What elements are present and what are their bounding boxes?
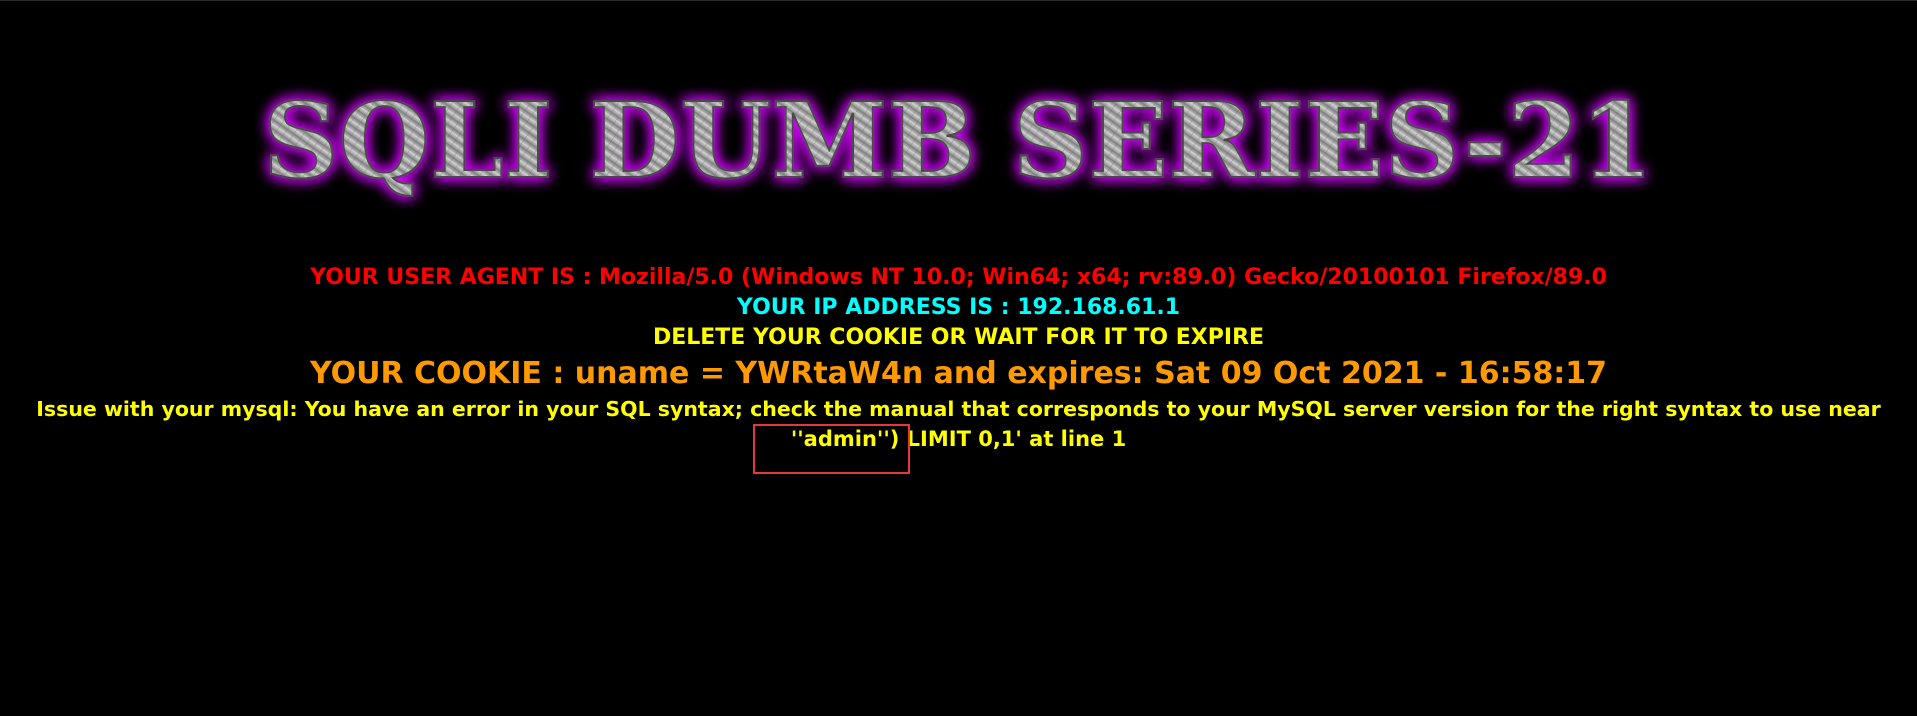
sql-error-message-line-2-content: ''admin'') LIMIT 0,1' at line 1 [790,427,1127,451]
title-banner-text: SQLI DUMB SERIES-21 [263,79,1653,202]
sql-error-message-line-1: Issue with your mysql: You have an error… [0,397,1917,421]
cookie-info-text-content: YOUR COOKIE : uname = YWRtaW4n and expir… [309,356,1608,391]
user-agent-text-content: YOUR USER AGENT IS : Mozilla/5.0 (Window… [310,265,1607,290]
ip-address-text-content: YOUR IP ADDRESS IS : 192.168.61.1 [736,295,1181,320]
cookie-info-text: YOUR COOKIE : uname = YWRtaW4n and expir… [0,356,1917,391]
delete-cookie-notice: DELETE YOUR COOKIE OR WAIT FOR IT TO EXP… [0,325,1917,350]
sql-error-message-line-2: ''admin'') LIMIT 0,1' at line 1 [0,427,1917,451]
sql-error-message-line-1-content: Issue with your mysql: You have an error… [36,397,1881,421]
delete-cookie-notice-content: DELETE YOUR COOKIE OR WAIT FOR IT TO EXP… [652,325,1265,350]
title-banner: SQLI DUMB SERIES-21 [0,79,1917,209]
page: SQLI DUMB SERIES-21 YOUR USER AGENT IS :… [0,0,1917,716]
ip-address-text: YOUR IP ADDRESS IS : 192.168.61.1 [0,295,1917,320]
title-banner-graphic: SQLI DUMB SERIES-21 [262,79,1654,203]
user-agent-text: YOUR USER AGENT IS : Mozilla/5.0 (Window… [0,265,1917,290]
